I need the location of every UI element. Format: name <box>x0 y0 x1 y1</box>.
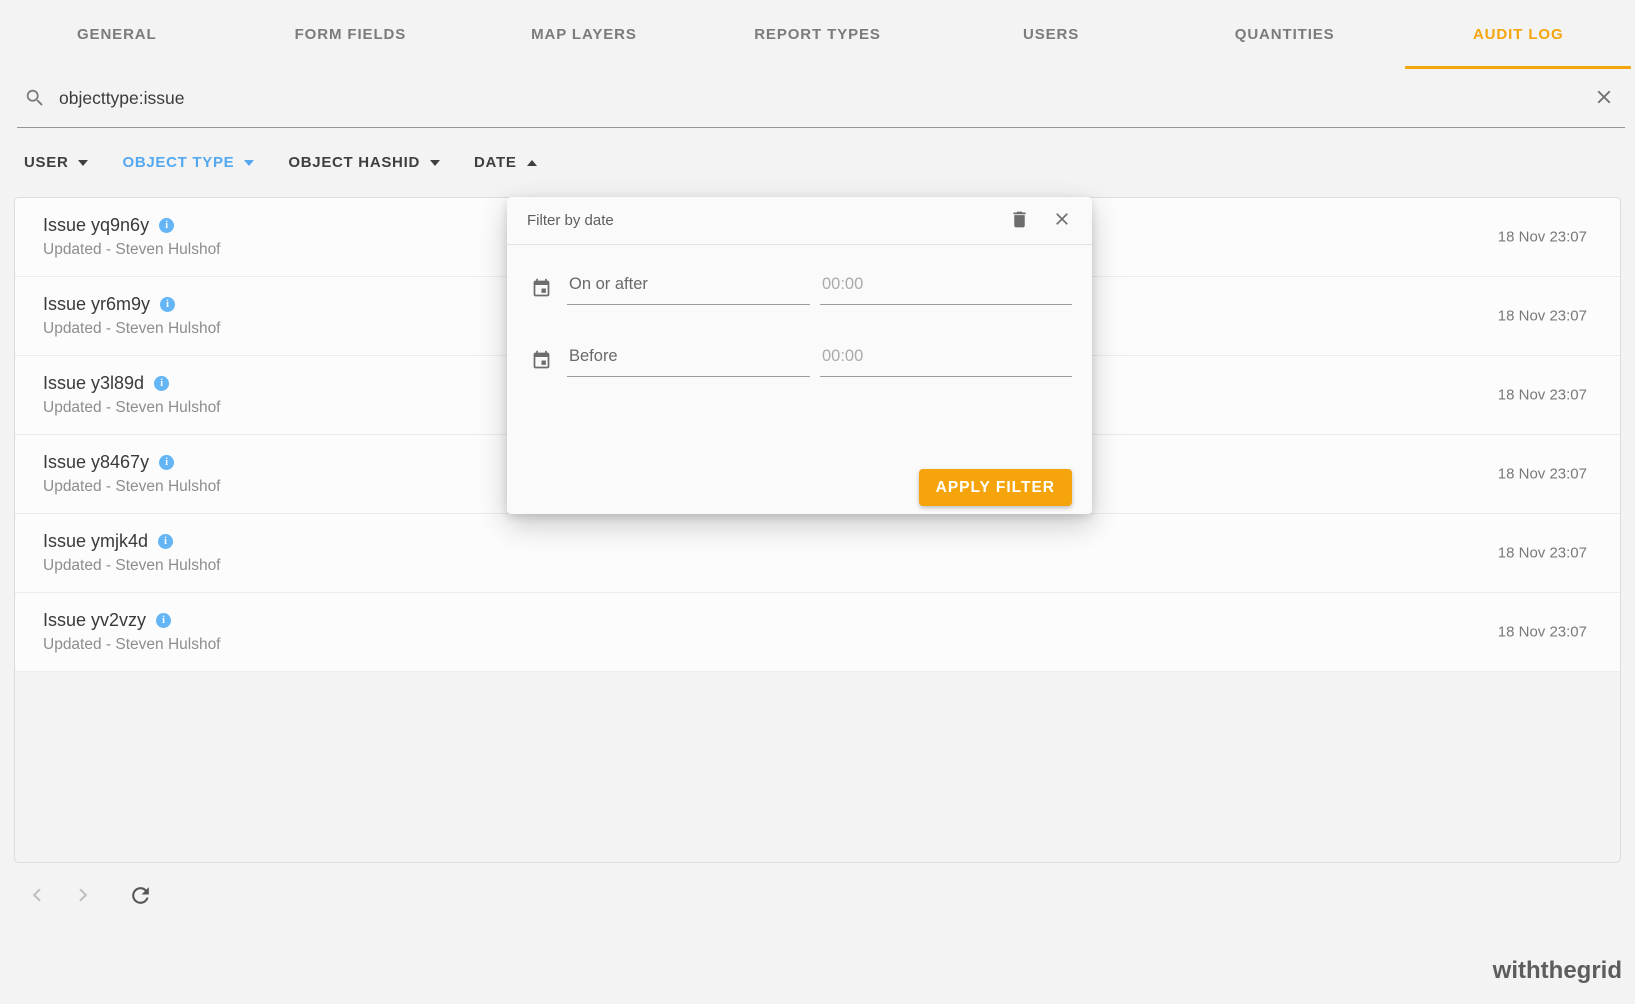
close-popover-button[interactable] <box>1050 207 1074 234</box>
active-tab-indicator <box>1405 66 1631 69</box>
row-subtitle: Updated - Steven Hulshof <box>43 636 1620 654</box>
popover-title: Filter by date <box>527 212 989 229</box>
filter-bar: USER OBJECT TYPE OBJECT HASHID DATE <box>0 128 1635 197</box>
info-icon[interactable]: i <box>154 376 169 391</box>
tab-audit-log[interactable]: AUDIT LOG <box>1401 0 1635 69</box>
info-icon[interactable]: i <box>156 613 171 628</box>
chevron-up-icon <box>527 160 537 166</box>
popover-header: Filter by date <box>507 197 1092 245</box>
chevron-left-icon <box>24 882 50 908</box>
search-icon <box>24 87 46 109</box>
audit-row[interactable]: Issue yv2vzy i Updated - Steven Hulshof … <box>15 593 1620 672</box>
on-or-after-date-input[interactable] <box>567 275 810 305</box>
filter-date[interactable]: DATE <box>474 154 537 171</box>
tab-users[interactable]: USERS <box>934 0 1168 69</box>
close-icon <box>1052 209 1072 229</box>
filter-object-type[interactable]: OBJECT TYPE <box>122 154 254 171</box>
tab-report-types[interactable]: REPORT TYPES <box>701 0 935 69</box>
chevron-down-icon <box>244 160 254 166</box>
row-title: Issue ymjk4d <box>43 531 148 552</box>
before-date-input[interactable] <box>567 347 810 377</box>
filter-label: USER <box>24 154 68 171</box>
tab-form-fields[interactable]: FORM FIELDS <box>234 0 468 69</box>
row-title: Issue yv2vzy <box>43 610 146 631</box>
clear-search-button[interactable] <box>1589 82 1619 115</box>
popover-body <box>507 245 1092 377</box>
row-timestamp: 18 Nov 23:07 <box>1498 466 1587 483</box>
tab-label: REPORT TYPES <box>754 26 881 43</box>
tab-general[interactable]: GENERAL <box>0 0 234 69</box>
pagination-bar <box>0 863 1635 911</box>
info-icon[interactable]: i <box>159 455 174 470</box>
next-page-button[interactable] <box>70 882 96 911</box>
on-or-after-time-input[interactable] <box>820 275 1072 305</box>
info-icon[interactable]: i <box>158 534 173 549</box>
row-timestamp: 18 Nov 23:07 <box>1498 229 1587 246</box>
filter-user[interactable]: USER <box>24 154 88 171</box>
row-timestamp: 18 Nov 23:07 <box>1498 624 1587 641</box>
tab-label: GENERAL <box>77 26 157 43</box>
info-icon[interactable]: i <box>159 218 174 233</box>
apply-filter-button[interactable]: APPLY FILTER <box>919 469 1072 506</box>
tab-map-layers[interactable]: MAP LAYERS <box>467 0 701 69</box>
row-title: Issue yq9n6y <box>43 215 149 236</box>
filter-label: OBJECT HASHID <box>288 154 420 171</box>
row-subtitle: Updated - Steven Hulshof <box>43 557 1620 575</box>
refresh-icon <box>128 883 153 908</box>
row-title: Issue y8467y <box>43 452 149 473</box>
tab-label: AUDIT LOG <box>1473 26 1564 43</box>
tab-bar: GENERAL FORM FIELDS MAP LAYERS REPORT TY… <box>0 0 1635 69</box>
info-icon[interactable]: i <box>160 297 175 312</box>
row-timestamp: 18 Nov 23:07 <box>1498 308 1587 325</box>
tab-quantities[interactable]: QUANTITIES <box>1168 0 1402 69</box>
chevron-right-icon <box>70 882 96 908</box>
before-field-row <box>531 347 1072 377</box>
tab-label: USERS <box>1023 26 1079 43</box>
search-input[interactable] <box>59 88 1589 109</box>
chevron-down-icon <box>78 160 88 166</box>
clear-date-filter-button[interactable] <box>1007 207 1032 235</box>
date-filter-popover: Filter by date APPLY FILTE <box>507 197 1092 514</box>
calendar-icon <box>531 278 552 305</box>
tab-label: MAP LAYERS <box>531 26 637 43</box>
row-timestamp: 18 Nov 23:07 <box>1498 545 1587 562</box>
tab-label: FORM FIELDS <box>295 26 407 43</box>
calendar-icon <box>531 350 552 377</box>
filter-label: OBJECT TYPE <box>122 154 234 171</box>
refresh-button[interactable] <box>128 883 153 911</box>
brand-logo: withthegrid <box>1493 957 1622 985</box>
chevron-down-icon <box>430 160 440 166</box>
tab-label: QUANTITIES <box>1235 26 1335 43</box>
close-icon <box>1593 86 1615 108</box>
on-or-after-field-row <box>531 275 1072 305</box>
filter-label: DATE <box>474 154 517 171</box>
filter-object-hashid[interactable]: OBJECT HASHID <box>288 154 440 171</box>
trash-icon <box>1009 209 1030 230</box>
row-title: Issue yr6m9y <box>43 294 150 315</box>
row-timestamp: 18 Nov 23:07 <box>1498 387 1587 404</box>
before-time-input[interactable] <box>820 347 1072 377</box>
row-title: Issue y3l89d <box>43 373 144 394</box>
audit-row[interactable]: Issue ymjk4d i Updated - Steven Hulshof … <box>15 514 1620 593</box>
search-bar <box>17 69 1625 128</box>
prev-page-button[interactable] <box>24 882 50 911</box>
